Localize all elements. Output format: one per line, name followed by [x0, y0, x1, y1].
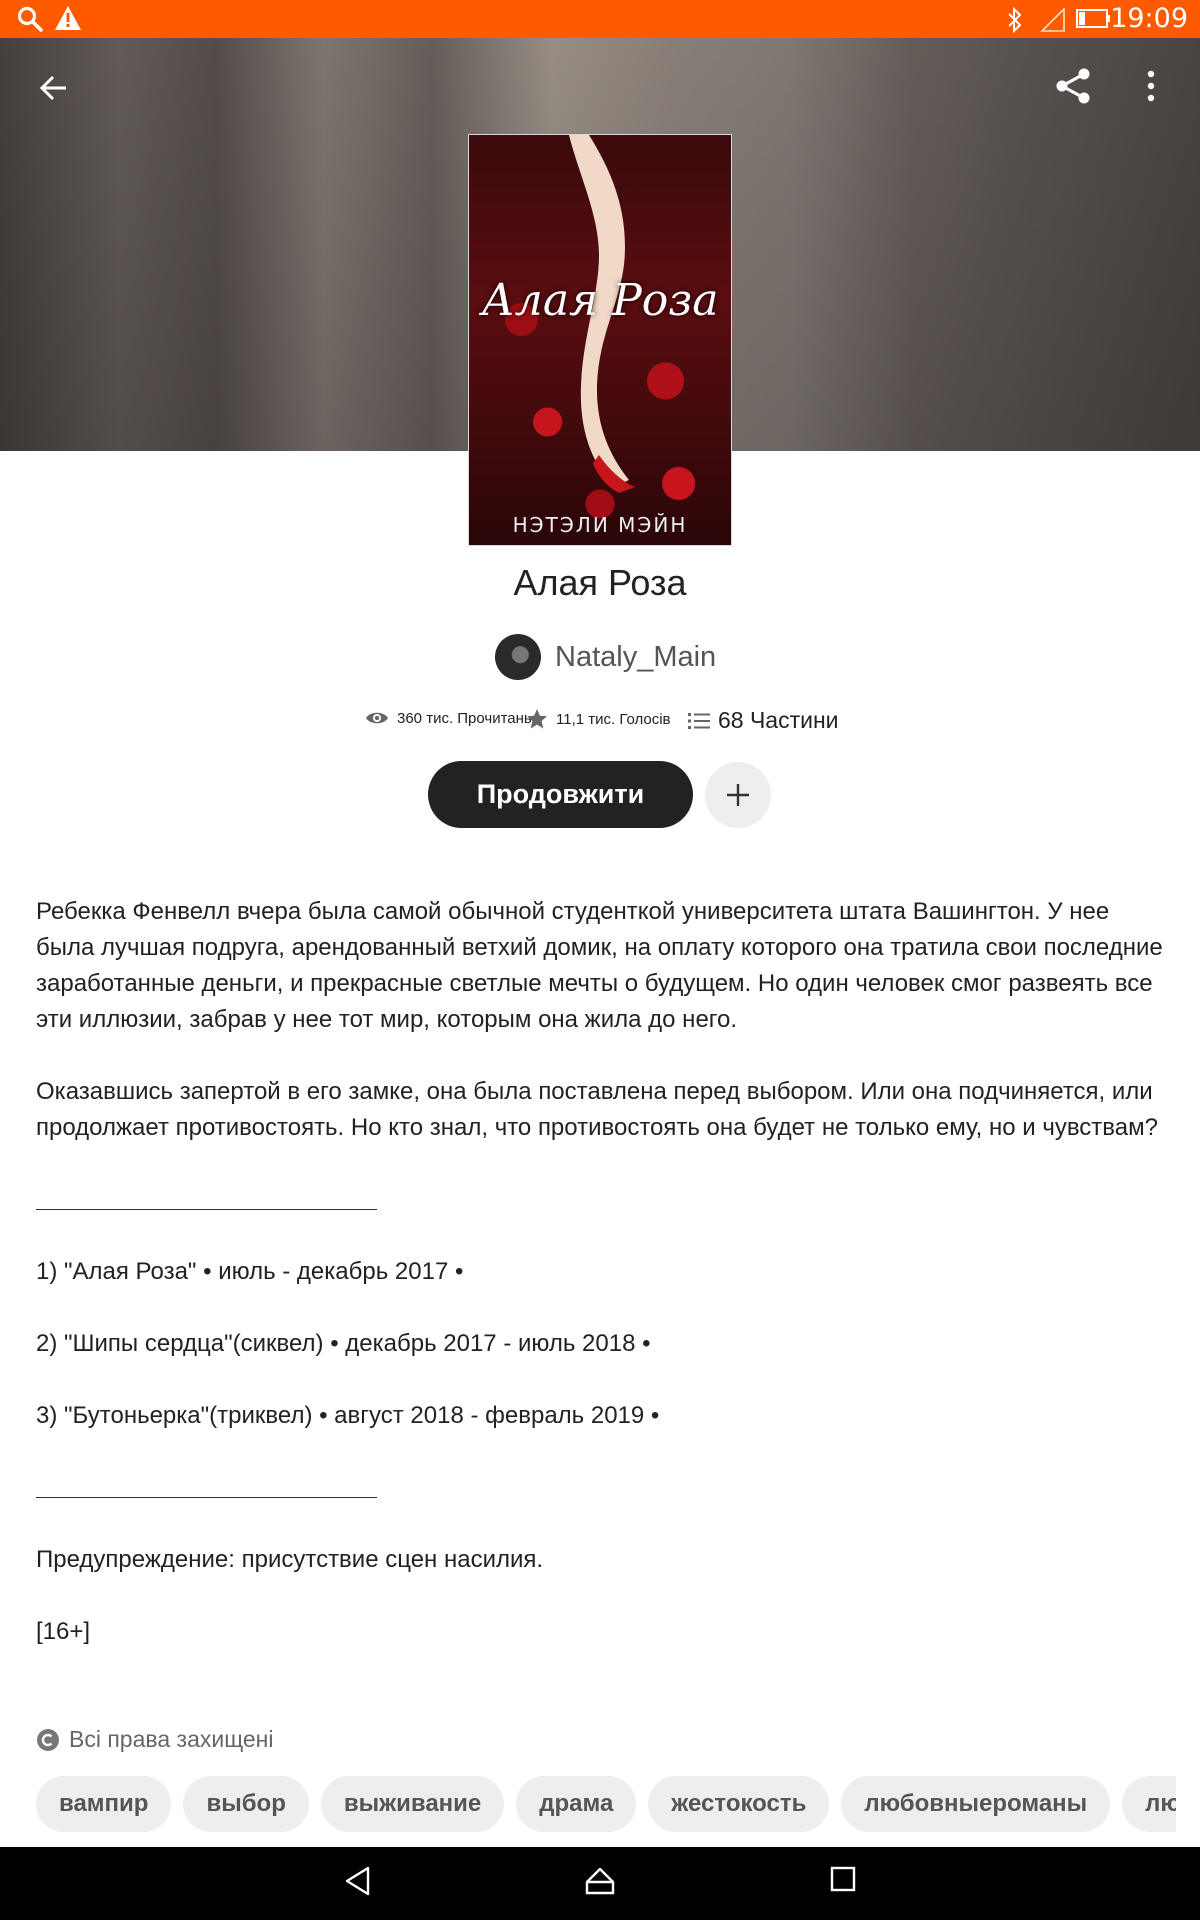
age-rating: [16+]	[36, 1618, 91, 1645]
warning-icon	[55, 6, 81, 30]
tag-chip[interactable]: выбор	[183, 1776, 309, 1832]
book-title: Алая Роза	[513, 562, 687, 603]
navigation-bar	[0, 1847, 1200, 1920]
signal-icon	[1040, 8, 1065, 32]
warning-text: Предупреждение: присутствие сцен насилия…	[36, 1546, 544, 1573]
author-link[interactable]: Nataly_Main	[495, 634, 716, 680]
copyright-icon	[37, 1728, 59, 1751]
search-icon	[17, 6, 43, 32]
list-icon	[688, 712, 710, 729]
tag-list: вампир выбор выживание драма жестокость …	[36, 1776, 1176, 1836]
battery-icon	[1076, 9, 1110, 28]
tag-chip[interactable]: выживание	[320, 1776, 505, 1832]
divider	[36, 1209, 377, 1210]
cover-author: НЭТЭЛИ МЭЙН	[512, 513, 688, 537]
avatar[interactable]	[495, 634, 541, 680]
cover-title: Алая Роза	[481, 275, 719, 326]
parts-count: 68 Частини	[718, 707, 839, 733]
plus-icon	[727, 784, 749, 806]
eye-icon	[366, 712, 388, 724]
series-item: 1) "Алая Роза" • июль - декабрь 2017 •	[36, 1258, 464, 1285]
status-bar: 19:09	[0, 0, 1200, 38]
nav-back-icon[interactable]	[344, 1865, 372, 1897]
continue-reading-button[interactable]: Продовжити	[428, 761, 693, 828]
star-icon	[527, 709, 547, 729]
reads-count: 360 тис. Прочитань	[397, 709, 532, 727]
bluetooth-icon	[1008, 7, 1022, 33]
book-description: Ребекка Фенвелл вчера была самой обычной…	[36, 894, 1166, 1650]
series-item: 2) "Шипы сердца"(сиквел) • декабрь 2017 …	[36, 1330, 651, 1357]
share-icon[interactable]	[1054, 66, 1094, 106]
tag-chip[interactable]: вампир	[36, 1776, 172, 1832]
author-name[interactable]: Nataly_Main	[555, 641, 716, 674]
votes-stat: 11,1 тис. Голосів	[526, 708, 671, 730]
tag-chip[interactable]: любовь	[1122, 1776, 1176, 1832]
tag-chip[interactable]: драма	[516, 1776, 637, 1832]
nav-home-icon[interactable]	[584, 1865, 616, 1897]
nav-recents-icon[interactable]	[829, 1865, 857, 1893]
copyright-text: Всі права захищені	[69, 1726, 274, 1752]
status-time: 19:09	[1110, 3, 1188, 34]
reads-stat: 360 тис. Прочитань	[365, 709, 532, 727]
back-button[interactable]	[36, 70, 72, 106]
description-paragraph: Оказавшись запертой в его замке, она был…	[36, 1078, 1158, 1141]
votes-count: 11,1 тис. Голосів	[556, 710, 671, 728]
divider	[36, 1497, 377, 1498]
tag-chip[interactable]: жестокость	[648, 1776, 830, 1832]
more-vertical-icon[interactable]	[1144, 70, 1158, 102]
description-paragraph: Ребекка Фенвелл вчера была самой обычной…	[36, 898, 1163, 1033]
tag-chip[interactable]: любовныероманы	[841, 1776, 1111, 1832]
copyright-notice: Всі права захищені	[36, 1726, 273, 1753]
book-cover[interactable]: Алая Роза НЭТЭЛИ МЭЙН	[468, 134, 732, 546]
series-item: 3) "Бутоньерка"(триквел) • август 2018 -…	[36, 1402, 660, 1429]
add-to-library-button[interactable]	[705, 762, 771, 828]
parts-stat[interactable]: 68 Частини	[688, 707, 839, 734]
